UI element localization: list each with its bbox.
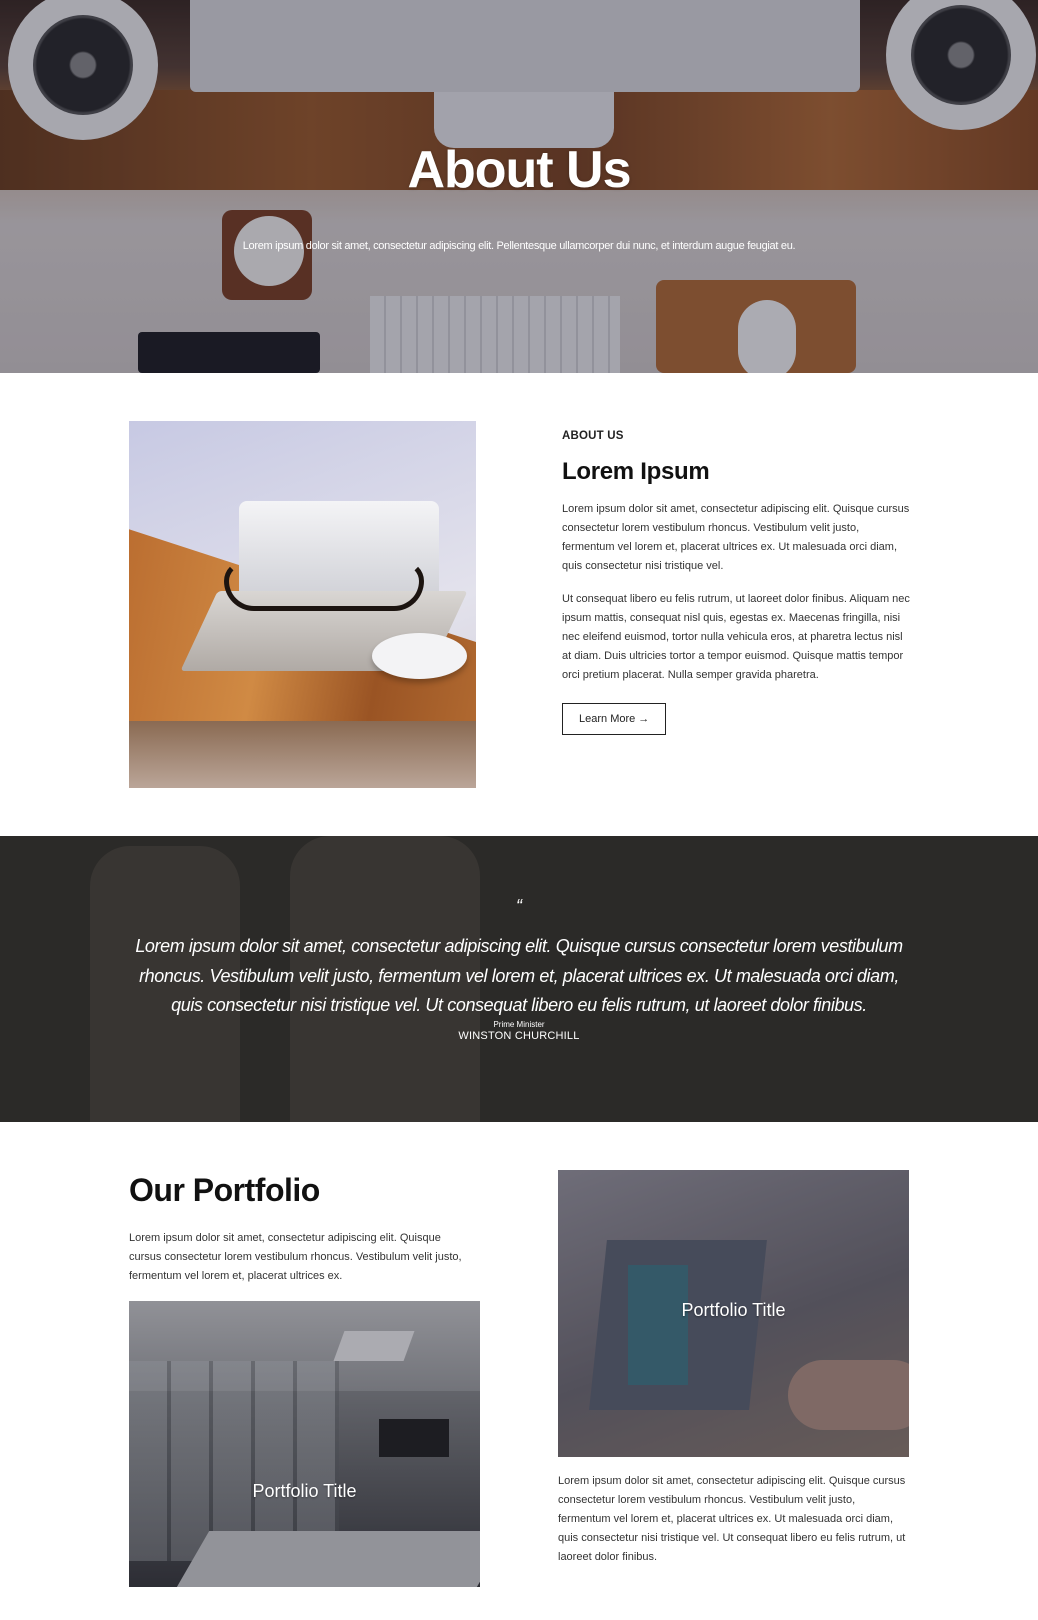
portfolio-card[interactable]: Portfolio Title (129, 1301, 480, 1587)
portfolio-card-title: Portfolio Title (681, 1300, 786, 1320)
glasses-shape (224, 561, 424, 611)
quote-author-role: Prime Minister (493, 1020, 545, 1029)
quote-author-name: WINSTON CHURCHILL (458, 1030, 580, 1042)
portfolio-card[interactable]: Portfolio Title (558, 1170, 909, 1457)
portfolio-card-title: Portfolio Title (252, 1481, 357, 1501)
about-content: ABOUT US Lorem Ipsum Lorem ipsum dolor s… (562, 430, 912, 735)
learn-more-button[interactable]: Learn More → (562, 703, 667, 735)
portfolio-description: Lorem ipsum dolor sit amet, consectetur … (558, 1475, 906, 1563)
about-paragraph-2: Ut consequat libero eu felis rutrum, ut … (562, 593, 910, 681)
quote-text: Lorem ipsum dolor sit amet, consectetur … (135, 936, 903, 1015)
portfolio-intro: Lorem ipsum dolor sit amet, consectetur … (129, 1232, 462, 1282)
portfolio-title: Our Portfolio (129, 1172, 320, 1208)
hero-title: About Us (407, 141, 631, 199)
hero-section: About Us Lorem ipsum dolor sit amet, con… (0, 0, 1038, 373)
about-paragraph-1: Lorem ipsum dolor sit amet, consectetur … (562, 503, 910, 572)
quote-mark-icon: “ (516, 896, 522, 916)
hero-subtitle: Lorem ipsum dolor sit amet, consectetur … (242, 240, 796, 252)
about-title: Lorem Ipsum (562, 458, 710, 485)
about-image (129, 421, 476, 788)
about-eyebrow: ABOUT US (562, 430, 624, 442)
testimonial-section: “ Lorem ipsum dolor sit amet, consectetu… (0, 836, 1038, 1122)
